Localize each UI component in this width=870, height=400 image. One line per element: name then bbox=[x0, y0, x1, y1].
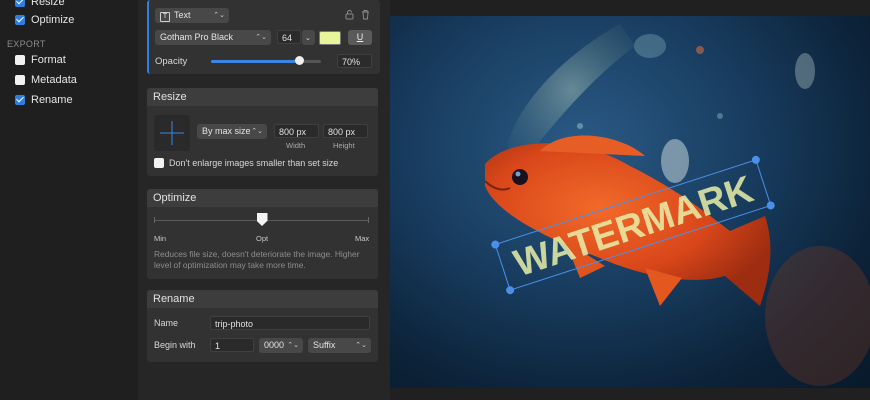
checkbox-resize[interactable]: Resize bbox=[15, 0, 65, 8]
checkbox-metadata-label: Metadata bbox=[31, 74, 77, 86]
preview-photo: WATERMARK bbox=[390, 16, 870, 388]
settings-column: T Text ⌃⌄ Gotham Pro Black ⌃⌄ 64 ⌄ U Opac… bbox=[138, 0, 390, 400]
width-label: Width bbox=[286, 141, 306, 150]
resize-handle[interactable] bbox=[766, 200, 776, 210]
checkbox-format-label: Format bbox=[31, 54, 66, 66]
optimize-description: Reduces file size, doesn't deteriorate t… bbox=[154, 249, 360, 270]
font-family-label: Gotham Pro Black bbox=[160, 32, 234, 42]
slider-tick bbox=[368, 217, 369, 223]
lock-icon[interactable] bbox=[345, 9, 354, 23]
export-section-header: EXPORT bbox=[7, 39, 46, 49]
dont-enlarge-label: Don't enlarge images smaller than set si… bbox=[169, 158, 339, 168]
chevron-updown-icon: ⌃⌄ bbox=[251, 128, 263, 135]
rename-panel-title: Rename bbox=[147, 290, 378, 308]
height-input[interactable]: 800 px bbox=[323, 124, 368, 138]
optimize-panel: Optimize Min Opt Max Reduces file size, … bbox=[147, 189, 378, 279]
opacity-slider-fill bbox=[211, 60, 299, 63]
height-label: Height bbox=[333, 141, 355, 150]
resize-mode-label: By max size bbox=[202, 126, 251, 136]
optimize-max-label: Max bbox=[355, 234, 370, 243]
watermark-type-label: Text bbox=[174, 10, 191, 20]
fish-photo-illustration: WATERMARK bbox=[484, 24, 870, 386]
dont-enlarge-checkbox[interactable]: Don't enlarge images smaller than set si… bbox=[154, 158, 338, 168]
optimize-opt-label: Opt bbox=[256, 234, 269, 243]
begin-with-label: Begin with bbox=[154, 340, 196, 350]
text-type-icon: T bbox=[160, 12, 170, 22]
font-size-input[interactable]: 64 bbox=[277, 30, 301, 44]
slider-tick bbox=[154, 217, 155, 223]
dont-enlarge-checkbox-box[interactable] bbox=[154, 158, 164, 168]
watermark-panel: T Text ⌃⌄ Gotham Pro Black ⌃⌄ 64 ⌄ U Opac… bbox=[147, 0, 380, 74]
checkbox-resize-box[interactable] bbox=[15, 0, 25, 7]
optimize-slider-knob[interactable] bbox=[256, 213, 268, 226]
checkbox-rename-box[interactable] bbox=[15, 95, 25, 105]
checkbox-format[interactable]: Format bbox=[15, 54, 66, 66]
checkbox-metadata-box[interactable] bbox=[15, 75, 25, 85]
resize-panel-title: Resize bbox=[147, 88, 378, 106]
width-input[interactable]: 800 px bbox=[274, 124, 319, 138]
trash-icon[interactable] bbox=[361, 9, 370, 23]
optimize-panel-title: Optimize bbox=[147, 189, 378, 207]
resize-panel: Resize By max size ⌃⌄ 800 px Width 800 p… bbox=[147, 88, 378, 176]
checkbox-optimize[interactable]: Optimize bbox=[15, 14, 74, 26]
font-family-select[interactable]: Gotham Pro Black ⌃⌄ bbox=[155, 30, 271, 45]
checkbox-format-box[interactable] bbox=[15, 55, 25, 65]
digits-label: 0000 bbox=[264, 340, 285, 350]
chevron-updown-icon: ⌃⌄ bbox=[255, 34, 267, 41]
checkbox-optimize-box[interactable] bbox=[15, 15, 25, 25]
checkbox-metadata[interactable]: Metadata bbox=[15, 74, 77, 86]
opacity-slider[interactable] bbox=[211, 56, 321, 65]
begin-with-input[interactable]: 1 bbox=[210, 338, 254, 352]
opacity-label: Opacity bbox=[155, 56, 188, 67]
checkbox-resize-label: Resize bbox=[31, 0, 65, 8]
image-preview-area: WATERMARK bbox=[390, 0, 870, 400]
rename-panel: Rename Name trip-photo Begin with 1 0000… bbox=[147, 290, 378, 362]
resize-mode-select[interactable]: By max size ⌃⌄ bbox=[197, 124, 267, 139]
resize-handle[interactable] bbox=[751, 155, 761, 165]
watermark-type-select[interactable]: T Text ⌃⌄ bbox=[155, 8, 229, 23]
checkbox-optimize-label: Optimize bbox=[31, 14, 75, 26]
resize-handle[interactable] bbox=[490, 239, 500, 249]
chevron-down-icon: ⌄ bbox=[305, 35, 311, 42]
opacity-value-input[interactable]: 70% bbox=[337, 54, 372, 68]
optimize-min-label: Min bbox=[154, 234, 167, 243]
chevron-updown-icon: ⌃⌄ bbox=[213, 12, 225, 19]
resize-handle[interactable] bbox=[505, 285, 515, 295]
name-label: Name bbox=[154, 318, 179, 328]
sidebar: Resize Optimize EXPORT Format Metadata R… bbox=[0, 0, 138, 400]
digits-select[interactable]: 0000 ⌃⌄ bbox=[259, 338, 303, 353]
suffix-select[interactable]: Suffix ⌃⌄ bbox=[308, 338, 371, 353]
suffix-label: Suffix bbox=[313, 340, 336, 350]
underline-button[interactable]: U bbox=[348, 30, 372, 45]
chevron-updown-icon: ⌃⌄ bbox=[287, 342, 299, 349]
chevron-updown-icon: ⌃⌄ bbox=[355, 342, 367, 349]
font-size-dropdown[interactable]: ⌄ bbox=[302, 30, 315, 45]
checkbox-rename[interactable]: Rename bbox=[15, 94, 73, 106]
resize-mode-icon bbox=[154, 115, 190, 151]
optimize-slider[interactable] bbox=[154, 213, 369, 226]
checkbox-rename-label: Rename bbox=[31, 94, 73, 106]
opacity-slider-knob[interactable] bbox=[295, 56, 304, 65]
color-swatch[interactable] bbox=[319, 31, 341, 45]
name-input[interactable]: trip-photo bbox=[210, 316, 370, 330]
